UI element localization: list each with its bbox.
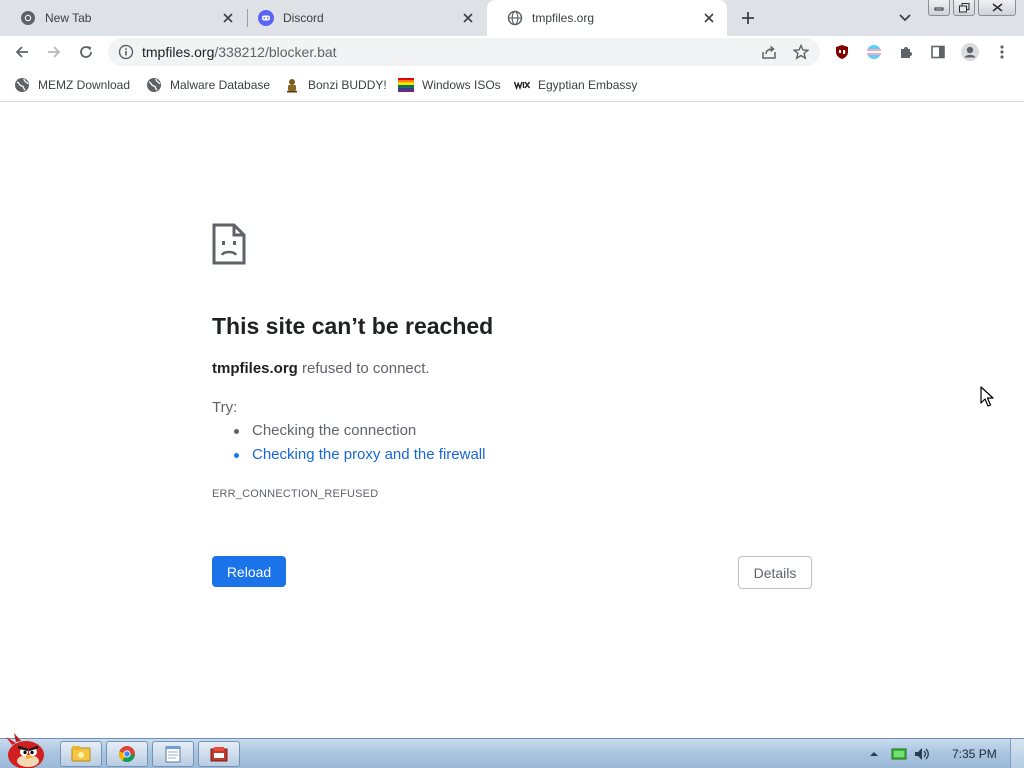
url-path: /338212/blocker.bat [214,44,337,60]
show-desktop-button[interactable] [1010,739,1024,768]
bookmark-label: Bonzi BUDDY! [308,78,387,92]
share-icon[interactable] [760,43,778,61]
extension-flag-icon[interactable] [862,40,886,64]
tray-expand-icon[interactable] [866,746,882,762]
bookmark-egyptian-embassy[interactable]: Egyptian Embassy [514,76,637,94]
window-controls [928,0,1016,16]
bookmark-memz-download[interactable]: MEMZ Download [14,76,130,94]
tab-discord[interactable]: Discord [238,0,486,36]
url-text: tmpfiles.org/338212/blocker.bat [142,44,337,60]
url-host: tmpfiles.org [142,44,215,60]
volume-icon[interactable] [914,746,930,762]
taskbar-clock[interactable]: 7:35 PM [952,747,997,761]
taskbar-chrome-button[interactable] [106,741,148,767]
close-icon[interactable] [460,10,476,26]
bookmark-malware-database[interactable]: Malware Database [146,76,270,94]
notepad-icon [165,746,181,763]
tab-title: New Tab [45,11,92,25]
chrome-icon [20,10,36,26]
globe-icon [507,10,523,26]
bonzi-icon [284,77,300,93]
taskbar-notepad-button[interactable] [152,741,194,767]
taskbar-explorer-button[interactable] [60,741,102,767]
menu-kebab-icon[interactable] [990,40,1014,64]
minimize-button[interactable] [928,0,950,16]
details-button[interactable]: Details [738,556,812,589]
suggestion-check-proxy-link[interactable]: Checking the proxy and the firewall [234,446,485,470]
sad-file-icon [212,223,246,265]
start-button-angry-bird-icon[interactable] [2,731,48,768]
tab-title: tmpfiles.org [532,11,595,25]
globe-icon [14,77,30,93]
bookmark-label: Malware Database [170,78,271,92]
bookmarks-bar: MEMZ Download Malware Database Bonzi BUD… [0,68,1024,102]
bookmark-label: MEMZ Download [38,78,131,92]
tab-search-button[interactable] [895,8,915,28]
back-button[interactable] [10,40,34,64]
error-page: This site can’t be reached tmpfiles.org … [0,103,1024,738]
forward-button[interactable] [42,40,66,64]
reload-button[interactable]: Reload [212,556,286,587]
try-label: Try: [212,399,238,416]
explorer-icon [71,746,91,762]
bookmark-label: Egyptian Embassy [538,78,638,92]
browser-toolbar: tmpfiles.org/338212/blocker.bat [0,36,1024,68]
close-icon[interactable] [220,10,236,26]
app-icon [210,747,228,762]
rainbow-flag-icon [398,77,414,93]
network-icon[interactable] [891,746,907,762]
suggestion-list: Checking the connection Checking the pro… [234,422,485,470]
restore-button[interactable] [953,0,975,16]
ublock-extension-icon[interactable] [830,40,854,64]
profile-avatar-icon[interactable] [958,40,982,64]
suggestion-check-connection: Checking the connection [234,422,485,446]
mouse-cursor-icon [980,386,994,407]
extensions-puzzle-icon[interactable] [894,40,918,64]
taskbar: 7:35 PM [0,733,1024,768]
bookmark-bonzi-buddy[interactable]: Bonzi BUDDY! [284,76,387,94]
discord-icon [258,10,274,26]
close-icon[interactable] [701,10,717,26]
bookmark-label: Windows ISOs [422,78,501,92]
chrome-icon [118,746,135,762]
error-title: This site can’t be reached [212,313,494,339]
refresh-button[interactable] [74,40,98,64]
tab-tmpfiles[interactable]: tmpfiles.org [487,0,727,36]
wix-icon [514,77,530,93]
error-host: tmpfiles.org [212,360,298,377]
tab-strip: New Tab Discord tmpfiles.org [0,0,1024,36]
tab-new-tab[interactable]: New Tab [0,0,246,36]
taskbar-app-button[interactable] [198,741,240,767]
error-message: tmpfiles.org refused to connect. [212,360,430,377]
error-message-text: refused to connect. [297,360,430,377]
bookmark-star-icon[interactable] [792,43,810,61]
bookmark-windows-isos[interactable]: Windows ISOs [398,76,501,94]
tab-title: Discord [283,11,324,25]
info-icon[interactable] [118,44,134,60]
globe-icon [146,77,162,93]
new-tab-button[interactable] [737,7,759,29]
address-bar[interactable]: tmpfiles.org/338212/blocker.bat [108,38,820,66]
side-panel-icon[interactable] [926,40,950,64]
window-close-button[interactable] [978,0,1016,16]
error-code: ERR_CONNECTION_REFUSED [212,488,379,500]
